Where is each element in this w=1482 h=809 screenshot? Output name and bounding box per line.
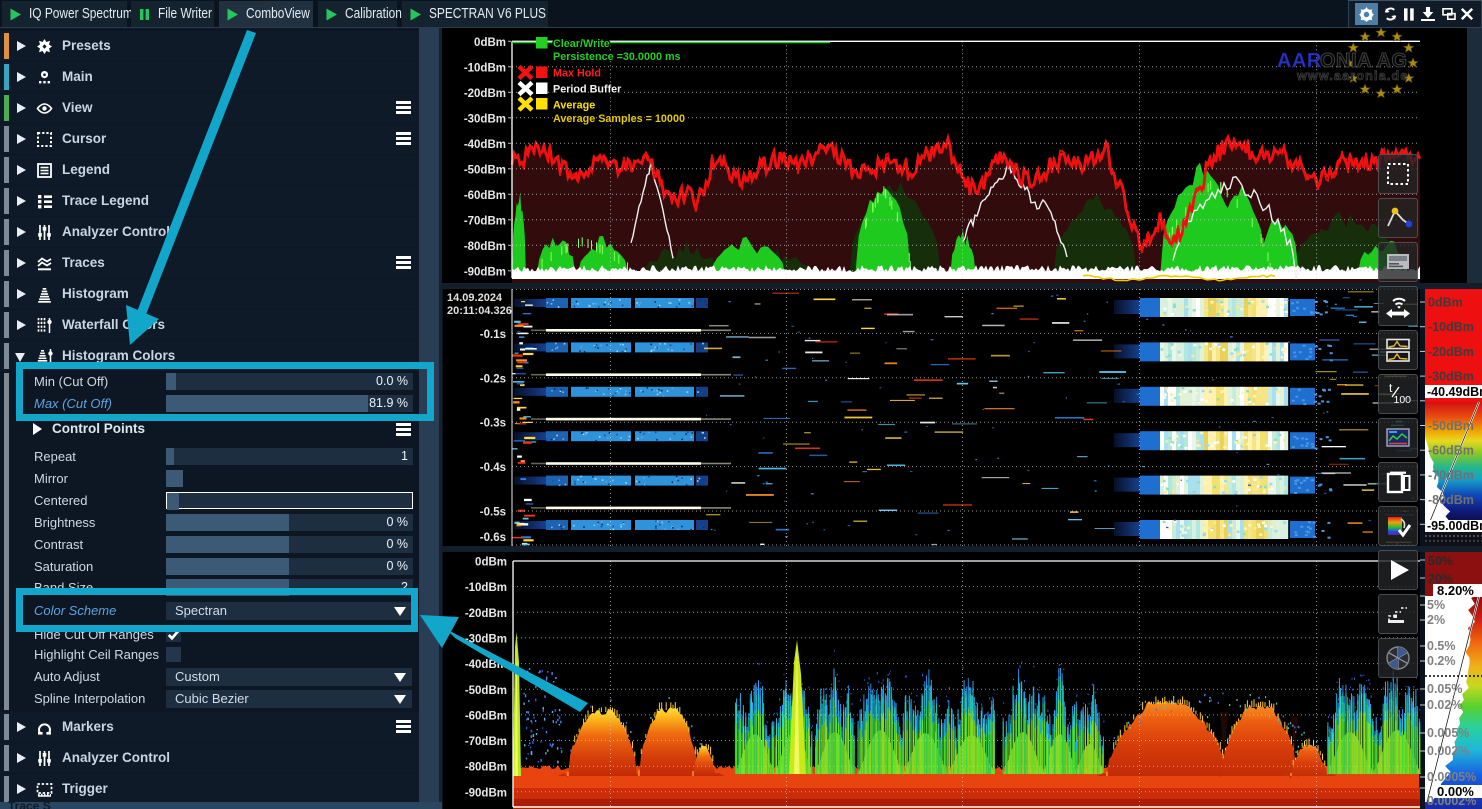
svg-text:-50dBm: -50dBm — [1428, 419, 1474, 433]
svg-text:-40.49dBm: -40.49dBm — [1427, 385, 1482, 399]
svg-text:-30dBm: -30dBm — [465, 633, 507, 645]
svg-text:Clear/Write: Clear/Write — [553, 38, 610, 50]
svg-text:-10dBm: -10dBm — [1428, 320, 1474, 334]
svg-text:-50dBm: -50dBm — [464, 164, 506, 176]
svg-text:-0.2s: -0.2s — [480, 373, 506, 385]
svg-text:-10dBm: -10dBm — [464, 62, 506, 74]
svg-text:0.05%: 0.05% — [1427, 682, 1462, 696]
svg-text:50%: 50% — [1428, 554, 1453, 568]
svg-text:-60dBm: -60dBm — [464, 190, 506, 202]
svg-text:Average: Average — [553, 100, 595, 112]
svg-text:0.2%: 0.2% — [1427, 654, 1456, 668]
svg-text:0dBm: 0dBm — [475, 557, 507, 569]
svg-text:100: 100 — [1394, 394, 1412, 406]
svg-text:Average Samples = 10000: Average Samples = 10000 — [553, 113, 685, 125]
svg-text:-80dBm: -80dBm — [465, 762, 507, 774]
svg-text:20:11:04.326: 20:11:04.326 — [447, 305, 512, 317]
svg-text:-0.5s: -0.5s — [480, 507, 506, 519]
svg-text:0.0005%: 0.0005% — [1427, 770, 1476, 784]
svg-text:-0.3s: -0.3s — [480, 418, 506, 430]
svg-text:-40dBm: -40dBm — [464, 139, 506, 151]
svg-text:0dBm: 0dBm — [474, 37, 506, 49]
svg-text:t: t — [1389, 381, 1393, 395]
svg-text:-10dBm: -10dBm — [465, 582, 507, 594]
svg-text:8.20%: 8.20% — [1437, 583, 1474, 598]
svg-text:-70dBm: -70dBm — [1428, 468, 1474, 482]
svg-text:0.00%: 0.00% — [1437, 784, 1474, 799]
svg-text:-50dBm: -50dBm — [465, 685, 507, 697]
svg-text:-20dBm: -20dBm — [465, 608, 507, 620]
svg-text:-0.4s: -0.4s — [480, 462, 506, 474]
svg-text:-0.6s: -0.6s — [480, 532, 506, 544]
svg-text:-0.1s: -0.1s — [480, 329, 506, 341]
svg-text:14.09.2024: 14.09.2024 — [447, 292, 503, 304]
svg-text:-20dBm: -20dBm — [1428, 345, 1474, 359]
svg-text:-30dBm: -30dBm — [1428, 370, 1474, 384]
svg-text:0dBm: 0dBm — [1428, 296, 1463, 310]
svg-text:-80dBm: -80dBm — [1428, 493, 1474, 507]
svg-text:-70dBm: -70dBm — [464, 215, 506, 227]
svg-text:0.002%: 0.002% — [1427, 744, 1469, 758]
svg-text:Persistence =30.0000 ms: Persistence =30.0000 ms — [553, 51, 681, 63]
svg-text:2%: 2% — [1427, 613, 1445, 627]
svg-text:-90dBm: -90dBm — [464, 266, 506, 278]
svg-text:0.005%: 0.005% — [1427, 726, 1469, 740]
svg-text:0.5%: 0.5% — [1427, 639, 1456, 653]
svg-text:5%: 5% — [1427, 598, 1445, 612]
svg-text:Period Buffer: Period Buffer — [553, 84, 622, 96]
svg-text:-70dBm: -70dBm — [465, 736, 507, 748]
svg-text:-60dBm: -60dBm — [1428, 444, 1474, 458]
svg-text:-20dBm: -20dBm — [464, 88, 506, 100]
svg-text:-40dBm: -40dBm — [465, 659, 507, 671]
svg-text:-80dBm: -80dBm — [464, 241, 506, 253]
svg-text:-90dBm: -90dBm — [465, 787, 507, 799]
svg-text:Max Hold: Max Hold — [553, 68, 601, 80]
svg-text:www.aaronia.de: www.aaronia.de — [1296, 69, 1409, 83]
svg-text:-60dBm: -60dBm — [465, 710, 507, 722]
svg-text:-30dBm: -30dBm — [464, 113, 506, 125]
svg-text:-95.00dBm: -95.00dBm — [1427, 519, 1482, 533]
svg-text:0.02%: 0.02% — [1427, 698, 1462, 712]
